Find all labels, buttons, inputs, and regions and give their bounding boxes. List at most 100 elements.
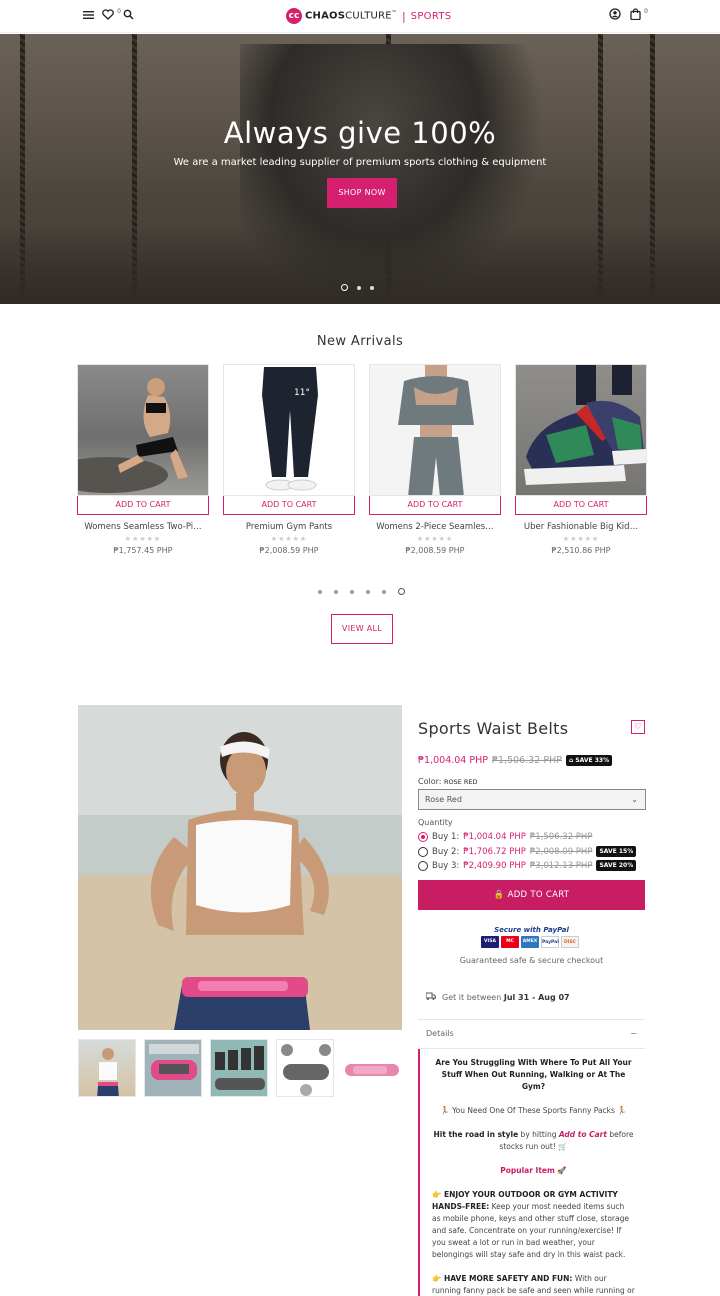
delivery-prefix: Get it between bbox=[442, 992, 502, 1002]
quantity-save-badge: SAVE 20% bbox=[596, 860, 637, 871]
site-header: 0 cc CHAOSCULTURE™ | SPORTS 0 bbox=[0, 0, 720, 33]
quantity-option-price: ₱1,004.04 PHP bbox=[463, 832, 526, 842]
product-price: ₱1,004.04 PHP bbox=[418, 755, 488, 766]
price-block: ₱1,004.04 PHP ₱1,506.32 PHP ⌂ SAVE 33% bbox=[418, 755, 613, 766]
view-all-button[interactable]: VIEW ALL bbox=[331, 614, 393, 644]
add-to-cart-button[interactable]: ADD TO CART bbox=[77, 495, 209, 515]
hero-slide-dots bbox=[341, 284, 374, 291]
quantity-option[interactable]: Buy 1: ₱1,004.04 PHP ₱1,506.32 PHP bbox=[418, 832, 592, 842]
thumbnail-image[interactable] bbox=[144, 1039, 202, 1097]
account-icon[interactable] bbox=[608, 8, 622, 24]
discover-card-icon: DISC bbox=[561, 936, 579, 948]
guarantee-text: Guaranteed safe & secure checkout bbox=[459, 956, 604, 965]
quantity-label: Quantity bbox=[418, 818, 453, 827]
wishlist-heart-icon[interactable]: ♡ bbox=[631, 720, 645, 734]
rating-stars: ★★★★★ bbox=[562, 535, 600, 543]
quantity-option[interactable]: Buy 3: ₱2,409.90 PHP ₱3,012.13 PHP SAVE … bbox=[418, 860, 637, 871]
product-card[interactable]: ADD TO CART Uber Fashionable Big Kid… ★★… bbox=[515, 364, 647, 555]
rating-stars: ★★★★★ bbox=[416, 535, 454, 543]
product-name[interactable]: Womens 2-Piece Seamles… bbox=[369, 522, 501, 532]
rating-stars: ★★★★★ bbox=[270, 535, 308, 543]
carousel-dot[interactable] bbox=[318, 589, 322, 594]
product-image[interactable] bbox=[369, 364, 501, 496]
radio-unselected[interactable] bbox=[418, 846, 428, 857]
truck-icon bbox=[425, 992, 436, 1002]
product-image[interactable] bbox=[77, 364, 209, 496]
carousel-dot[interactable] bbox=[350, 589, 354, 594]
carousel-dot[interactable] bbox=[366, 589, 370, 594]
product-card[interactable]: ADD TO CART Womens Seamless Two-Pi… ★★★★… bbox=[77, 364, 209, 555]
product-price: ₱2,008.59 PHP bbox=[405, 546, 465, 555]
feature-title: 👉 HAVE MORE SAFETY AND FUN: bbox=[432, 1274, 573, 1283]
logo-section-text: SPORTS bbox=[410, 10, 452, 22]
add-to-cart-button[interactable]: 🔒 ADD TO CART bbox=[418, 880, 645, 910]
slide-dot[interactable] bbox=[357, 285, 361, 290]
color-value: ROSE RED bbox=[444, 778, 478, 786]
payment-cards: VISA MC AMEX PayPal DISC bbox=[481, 936, 579, 948]
slide-dot-active[interactable] bbox=[341, 284, 348, 291]
color-label-text: Color: bbox=[418, 777, 442, 786]
cart-count: 0 bbox=[644, 8, 648, 15]
new-arrivals-title: New Arrivals bbox=[316, 334, 404, 349]
site-logo[interactable]: cc CHAOSCULTURE™ | SPORTS bbox=[286, 7, 451, 25]
carousel-dot-active[interactable] bbox=[398, 588, 405, 595]
quantity-option-label: Buy 3: bbox=[432, 860, 460, 871]
add-to-cart-button[interactable]: ADD TO CART bbox=[515, 495, 647, 515]
product-thumbnails bbox=[78, 1039, 400, 1097]
product-card[interactable]: ADD TO CART Womens 2-Piece Seamles… ★★★★… bbox=[369, 364, 501, 555]
details-cta-bold: Hit the road in style bbox=[433, 1130, 519, 1139]
feature-paragraph: 👉 ENJOY YOUR OUTDOOR OR GYM ACTIVITY HAN… bbox=[432, 1189, 635, 1261]
product-main-image[interactable] bbox=[78, 705, 402, 1030]
product-card[interactable]: 11° ADD TO CART Premium Gym Pants ★★★★★ … bbox=[223, 364, 355, 555]
quantity-option-price: ₱1,706.72 PHP bbox=[463, 846, 526, 857]
product-price: ₱2,510.86 PHP bbox=[551, 546, 611, 555]
thumbnail-image[interactable] bbox=[210, 1039, 268, 1097]
feature-paragraph: 👉 HAVE MORE SAFETY AND FUN: With our run… bbox=[432, 1273, 635, 1296]
amex-card-icon: AMEX bbox=[521, 936, 539, 948]
shop-now-button[interactable]: SHOP NOW bbox=[327, 178, 397, 208]
logo-separator: | bbox=[401, 9, 406, 23]
product-image[interactable] bbox=[515, 364, 647, 496]
quantity-save-badge: SAVE 15% bbox=[596, 846, 637, 857]
radio-selected[interactable] bbox=[418, 832, 428, 842]
add-to-cart-button[interactable]: ADD TO CART bbox=[369, 495, 501, 515]
product-image[interactable]: 11° bbox=[223, 364, 355, 496]
cart-bag-icon[interactable]: 0 bbox=[628, 8, 648, 24]
quantity-option-label: Buy 2: bbox=[432, 846, 460, 857]
thumbnail-image[interactable] bbox=[342, 1039, 400, 1097]
add-to-cart-label: ADD TO CART bbox=[507, 890, 570, 900]
menu-icon[interactable] bbox=[81, 8, 95, 24]
details-tagline: 🏃 You Need One Of These Sports Fanny Pac… bbox=[440, 1106, 627, 1115]
quantity-option-compare: ₱3,012.13 PHP bbox=[529, 860, 593, 871]
search-icon[interactable] bbox=[121, 8, 135, 24]
thumbnail-image[interactable] bbox=[78, 1039, 136, 1097]
wishlist-heart-icon[interactable]: 0 bbox=[101, 8, 121, 24]
quantity-option-label: Buy 1: bbox=[432, 832, 460, 842]
collapse-minus-icon[interactable]: − bbox=[630, 1020, 637, 1048]
carousel-dot[interactable] bbox=[334, 589, 338, 594]
svg-text:11°: 11° bbox=[294, 388, 310, 398]
popular-item-label: Popular Item 🚀 bbox=[500, 1166, 567, 1175]
add-to-cart-button[interactable]: ADD TO CART bbox=[223, 495, 355, 515]
slide-dot[interactable] bbox=[370, 285, 374, 290]
product-name[interactable]: Uber Fashionable Big Kid… bbox=[515, 522, 647, 532]
details-question: Are You Struggling With Where To Put All… bbox=[435, 1058, 632, 1091]
delivery-dates: Jul 31 - Aug 07 bbox=[503, 992, 570, 1002]
product-name[interactable]: Premium Gym Pants bbox=[223, 522, 355, 532]
visa-card-icon: VISA bbox=[481, 936, 499, 948]
quantity-option-compare: ₱2,008.09 PHP bbox=[529, 846, 593, 857]
lock-icon: 🔒 bbox=[493, 890, 508, 900]
radio-unselected[interactable] bbox=[418, 860, 428, 871]
secure-paypal-label: Secure with PayPal bbox=[418, 926, 645, 934]
carousel-dot[interactable] bbox=[382, 589, 386, 594]
quantity-option[interactable]: Buy 2: ₱1,706.72 PHP ₱2,008.09 PHP SAVE … bbox=[418, 846, 637, 857]
color-label: Color: ROSE RED bbox=[418, 777, 478, 786]
thumbnail-image[interactable] bbox=[276, 1039, 334, 1097]
logo-bold-text: CHAOS bbox=[305, 10, 346, 22]
delivery-estimate: Get it between Jul 31 - Aug 07 bbox=[425, 992, 570, 1002]
product-name[interactable]: Womens Seamless Two-Pi… bbox=[77, 522, 209, 532]
details-accordion-header[interactable]: Details − bbox=[418, 1019, 645, 1049]
color-select[interactable]: Rose Red ⌄ bbox=[418, 789, 646, 810]
hero-title: Always give 100% bbox=[223, 116, 497, 150]
hero-banner: Always give 100% We are a market leading… bbox=[0, 34, 720, 304]
